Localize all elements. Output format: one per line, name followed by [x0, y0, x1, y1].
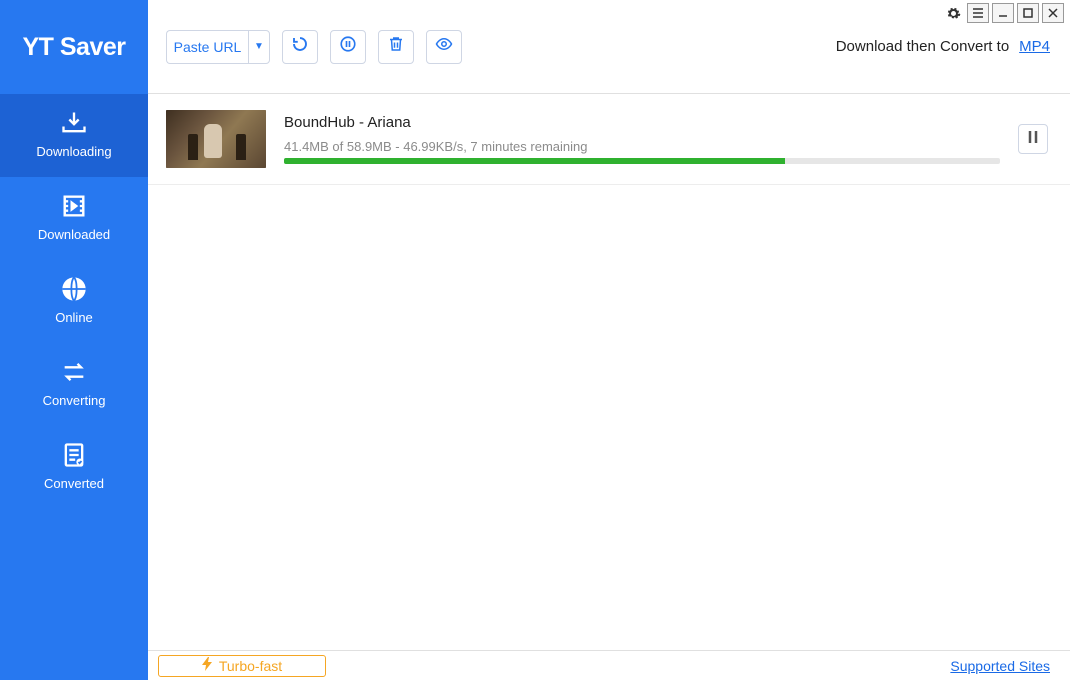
sidebar-item-label: Converted: [44, 476, 104, 491]
delete-button[interactable]: [378, 30, 414, 64]
convert-format-link[interactable]: MP4: [1019, 38, 1050, 55]
maximize-icon: [1023, 8, 1033, 18]
hamburger-icon: [972, 8, 984, 18]
download-row: BoundHub - Ariana 41.4MB of 58.9MB - 46.…: [148, 94, 1070, 185]
turbo-fast-button[interactable]: Turbo-fast: [158, 655, 326, 677]
trash-icon: [387, 35, 405, 58]
gear-icon: [946, 6, 961, 21]
sidebar-item-label: Online: [55, 310, 93, 325]
supported-sites-link[interactable]: Supported Sites: [950, 658, 1050, 674]
download-progress-bar: [284, 158, 1000, 164]
sidebar-item-converted[interactable]: Converted: [0, 426, 148, 509]
resume-all-button[interactable]: [282, 30, 318, 64]
download-stats: 41.4MB of 58.9MB - 46.99KB/s, 7 minutes …: [284, 139, 1000, 154]
download-progress-fill: [284, 158, 785, 164]
sidebar: YT Saver Downloading Downloaded Online: [0, 0, 148, 680]
paste-url-dropdown[interactable]: ▼: [248, 30, 270, 64]
footer: Turbo-fast Supported Sites: [148, 650, 1070, 680]
bolt-icon: [202, 657, 213, 674]
pause-circle-icon: [339, 35, 357, 58]
refresh-icon: [291, 35, 309, 58]
convert-label: Download then Convert to: [836, 38, 1009, 55]
film-check-icon: [59, 191, 89, 221]
sidebar-item-label: Downloading: [36, 144, 111, 159]
sidebar-item-label: Downloaded: [38, 227, 110, 242]
minimize-icon: [998, 8, 1008, 18]
turbo-label: Turbo-fast: [219, 658, 282, 674]
document-check-icon: [59, 440, 89, 470]
transfer-arrows-icon: [59, 357, 89, 387]
download-tray-icon: [59, 108, 89, 138]
minimize-button[interactable]: [992, 3, 1014, 23]
preview-button[interactable]: [426, 30, 462, 64]
download-info: BoundHub - Ariana 41.4MB of 58.9MB - 46.…: [284, 114, 1000, 164]
menu-button[interactable]: [967, 3, 989, 23]
eye-icon: [434, 35, 454, 58]
app-brand: YT Saver: [0, 0, 148, 94]
download-title: BoundHub - Ariana: [284, 114, 1000, 131]
toolbar: Paste URL ▼: [148, 0, 1070, 94]
paste-url-button[interactable]: Paste URL: [166, 30, 248, 64]
main-panel: Paste URL ▼: [148, 0, 1070, 680]
sidebar-item-downloaded[interactable]: Downloaded: [0, 177, 148, 260]
maximize-button[interactable]: [1017, 3, 1039, 23]
pause-all-button[interactable]: [330, 30, 366, 64]
download-list: BoundHub - Ariana 41.4MB of 58.9MB - 46.…: [148, 94, 1070, 650]
pause-download-button[interactable]: [1018, 124, 1048, 154]
globe-icon: [59, 274, 89, 304]
close-button[interactable]: [1042, 3, 1064, 23]
window-controls: [942, 3, 1064, 23]
sidebar-item-converting[interactable]: Converting: [0, 343, 148, 426]
sidebar-item-online[interactable]: Online: [0, 260, 148, 343]
sidebar-item-label: Converting: [43, 393, 106, 408]
settings-button[interactable]: [942, 3, 964, 23]
pause-icon: [1027, 130, 1039, 149]
sidebar-item-downloading[interactable]: Downloading: [0, 94, 148, 177]
paste-url-group: Paste URL ▼: [166, 30, 270, 64]
sidebar-nav: Downloading Downloaded Online Converting: [0, 94, 148, 509]
download-thumbnail[interactable]: [166, 110, 266, 168]
close-icon: [1048, 8, 1058, 18]
